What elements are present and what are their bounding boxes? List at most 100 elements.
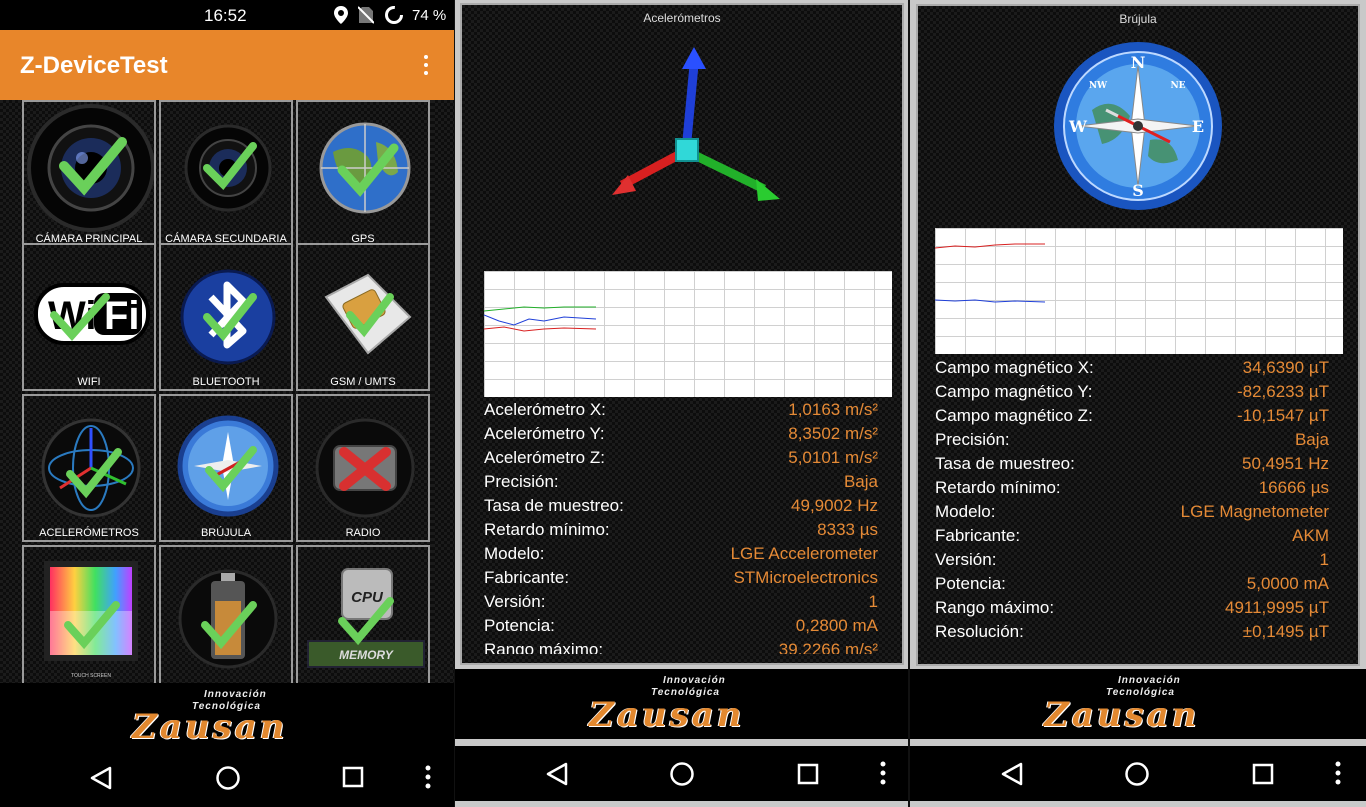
reading-row: Potencia: 0,2800 mA bbox=[484, 616, 878, 635]
3d-axes-icon bbox=[612, 47, 780, 201]
svg-text:NE: NE bbox=[1170, 81, 1185, 91]
reading-row: Fabricante: STMicroelectronics bbox=[484, 568, 878, 587]
tile-accelerometer[interactable]: ACELERÓMETROS bbox=[22, 394, 156, 542]
reading-row: Resolución: ±0,1495 µT bbox=[935, 622, 1329, 641]
brand-banner: Innovación Tecnológica Zausan bbox=[455, 669, 908, 739]
accelerometer-readings: Acelerómetro X: 1,0163 m/s² Acelerómetro … bbox=[484, 400, 878, 654]
reading-row: Rango máximo: 4911,9995 µT bbox=[935, 598, 1329, 617]
reading-row: Versión: 1 bbox=[935, 550, 1329, 569]
brand-logo: Zausan bbox=[1044, 695, 1200, 735]
tile-compass[interactable]: BRÚJULA bbox=[159, 394, 293, 542]
svg-text:N: N bbox=[1131, 53, 1146, 72]
svg-text:E: E bbox=[1192, 117, 1204, 136]
axes-icon bbox=[41, 418, 141, 518]
recents-icon[interactable] bbox=[342, 766, 364, 788]
bluetooth-icon bbox=[180, 269, 276, 365]
brand-logo: Zausan bbox=[589, 695, 745, 735]
tile-label: WIFI bbox=[77, 376, 101, 388]
back-icon[interactable] bbox=[546, 762, 568, 786]
reading-row: Acelerómetro X: 1,0163 m/s² bbox=[484, 400, 878, 419]
accelerometer-graph bbox=[483, 271, 892, 397]
accelerometer-screen: Acelerómetros Acelerómetro X: 1,0163 m/s²… bbox=[455, 0, 908, 807]
app-title: Z-DeviceTest bbox=[20, 52, 168, 79]
sim-card-icon bbox=[324, 273, 412, 355]
brand-logo: Zausan bbox=[132, 707, 288, 747]
brand-banner: Innovación Tecnológica Zausan bbox=[910, 669, 1366, 739]
reading-row: Precisión: Baja bbox=[935, 430, 1329, 449]
menu-dots-icon[interactable] bbox=[879, 760, 887, 786]
reading-row: Campo magnético Z: -10,1547 µT bbox=[935, 406, 1329, 425]
tile-battery[interactable] bbox=[159, 545, 293, 683]
svg-text:TOUCH SCREEN: TOUCH SCREEN bbox=[71, 673, 111, 679]
status-bar: 16:52 74 % bbox=[0, 0, 454, 30]
compass-icon: N E S W NE NW bbox=[1054, 42, 1222, 210]
reading-row: Modelo: LGE Magnetometer bbox=[935, 502, 1329, 521]
reading-row: Modelo: LGE Accelerometer bbox=[484, 544, 878, 563]
nav-bar bbox=[0, 752, 454, 807]
reading-row: Fabricante: AKM bbox=[935, 526, 1329, 545]
tile-label: BLUETOOTH bbox=[192, 376, 260, 388]
main-menu-screen: 16:52 74 % Z-DeviceTest CÁMARA PRINCIPAL bbox=[0, 0, 454, 807]
radio-icon bbox=[315, 418, 415, 518]
accelerometer-panel: Acelerómetros Acelerómetro X: 1,0163 m/s²… bbox=[460, 3, 904, 665]
home-icon[interactable] bbox=[1124, 761, 1150, 787]
test-grid: CÁMARA PRINCIPAL CÁMARA SECUNDARIA GPS W… bbox=[22, 100, 432, 683]
panel-title: Acelerómetros bbox=[643, 11, 721, 25]
tile-gps[interactable]: GPS bbox=[296, 100, 430, 248]
location-icon bbox=[334, 6, 348, 24]
compass-panel: Brújula N E S W NE NW Campo magnético X:… bbox=[916, 4, 1360, 666]
reading-row: Campo magnético X: 34,6390 µT bbox=[935, 358, 1329, 377]
svg-text:S: S bbox=[1132, 181, 1144, 200]
recents-icon[interactable] bbox=[797, 763, 819, 785]
menu-dots-icon[interactable] bbox=[424, 764, 432, 790]
tile-label: RADIO bbox=[345, 527, 381, 539]
reading-row: Versión: 1 bbox=[484, 592, 878, 611]
tile-label: ACELERÓMETROS bbox=[39, 527, 139, 539]
reading-row: Acelerómetro Y: 8,3502 m/s² bbox=[484, 424, 878, 443]
magnetometer-graph bbox=[934, 228, 1343, 354]
brand-banner: Innovación Tecnológica Zausan bbox=[0, 683, 454, 753]
magnetometer-readings: Campo magnético X: 34,6390 µT Campo magné… bbox=[935, 358, 1329, 646]
reading-row: Tasa de muestreo: 50,4951 Hz bbox=[935, 454, 1329, 473]
tile-radio[interactable]: RADIO bbox=[296, 394, 430, 542]
tile-front-camera[interactable]: CÁMARA SECUNDARIA bbox=[159, 100, 293, 248]
grid-margin-right bbox=[432, 100, 454, 683]
tile-label: GSM / UMTS bbox=[330, 376, 396, 388]
reading-row: Retardo mínimo: 16666 µs bbox=[935, 478, 1329, 497]
tile-cpu-memory[interactable]: CPU MEMORY bbox=[296, 545, 430, 683]
wifi-icon: Wi Fi bbox=[34, 283, 150, 345]
tile-wifi[interactable]: Wi Fi WIFI bbox=[22, 243, 156, 391]
overflow-menu-icon[interactable] bbox=[418, 52, 434, 78]
grid-margin-left bbox=[0, 100, 22, 683]
back-icon[interactable] bbox=[90, 766, 112, 790]
sync-circle-icon bbox=[385, 6, 403, 24]
logo-tagline: Innovación bbox=[663, 675, 726, 686]
reading-row: Tasa de muestreo: 49,9002 Hz bbox=[484, 496, 878, 515]
menu-dots-icon[interactable] bbox=[1334, 760, 1342, 786]
cpu-memory-icon: CPU MEMORY bbox=[307, 568, 425, 668]
reading-row: Retardo mínimo: 8333 µs bbox=[484, 520, 878, 539]
graph-traces bbox=[483, 306, 597, 332]
reading-row: Campo magnético Y: -82,6233 µT bbox=[935, 382, 1329, 401]
tile-label: BRÚJULA bbox=[200, 527, 252, 539]
back-icon[interactable] bbox=[1001, 762, 1023, 786]
home-icon[interactable] bbox=[215, 765, 241, 791]
compass-icon bbox=[177, 415, 279, 517]
status-time: 16:52 bbox=[204, 6, 247, 25]
home-icon[interactable] bbox=[669, 761, 695, 787]
logo-tagline: Innovación bbox=[1118, 675, 1181, 686]
tile-bluetooth[interactable]: BLUETOOTH bbox=[159, 243, 293, 391]
battery-icon bbox=[178, 569, 278, 669]
reading-row: Precisión: Baja bbox=[484, 472, 878, 491]
touchscreen-icon: TOUCH SCREEN bbox=[44, 561, 138, 679]
no-sim-icon bbox=[358, 6, 374, 24]
tile-touchscreen[interactable]: TOUCH SCREEN bbox=[22, 545, 156, 683]
svg-text:Fi: Fi bbox=[104, 294, 140, 338]
svg-text:MEMORY: MEMORY bbox=[339, 648, 394, 662]
reading-row: Potencia: 5,0000 mA bbox=[935, 574, 1329, 593]
graph-traces bbox=[934, 243, 1046, 303]
tile-main-camera[interactable]: CÁMARA PRINCIPAL bbox=[22, 100, 156, 248]
recents-icon[interactable] bbox=[1252, 763, 1274, 785]
compass-screen: Brújula N E S W NE NW Campo magnético X:… bbox=[910, 0, 1366, 807]
tile-gsm[interactable]: GSM / UMTS bbox=[296, 243, 430, 391]
